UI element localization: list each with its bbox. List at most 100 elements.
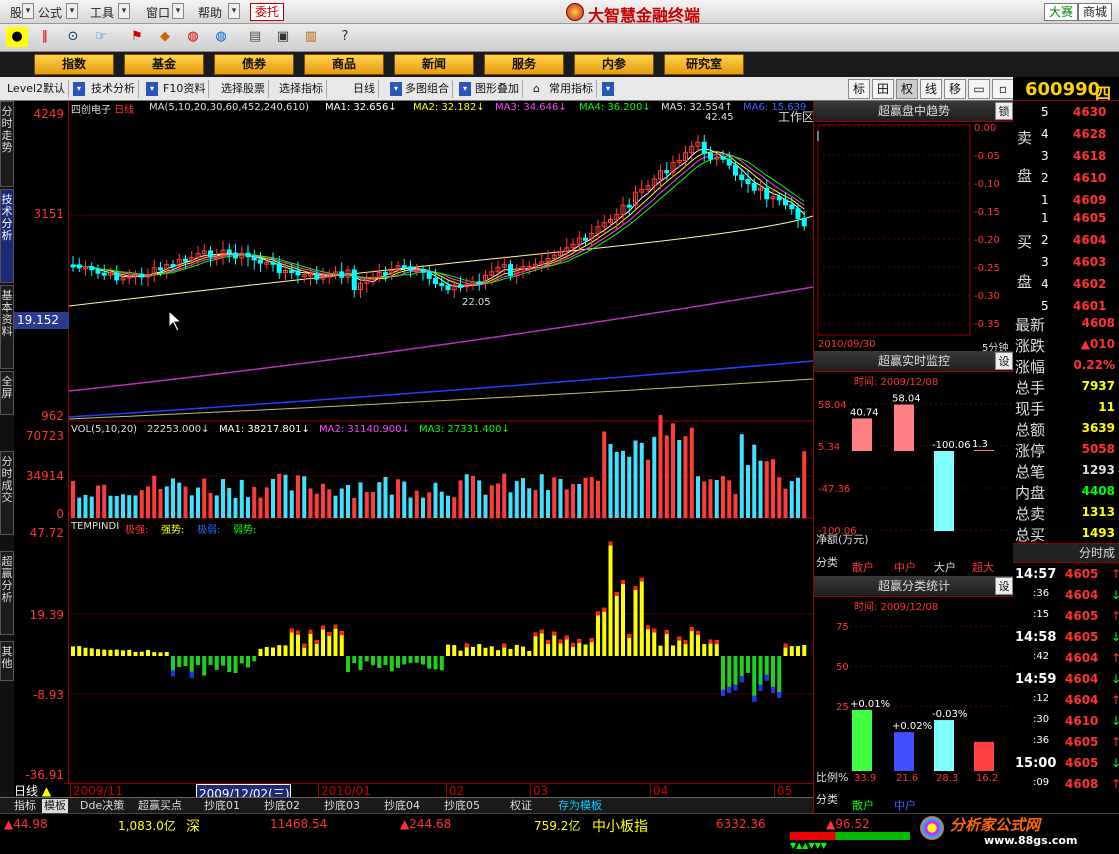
nav-index[interactable]: 指数 [34, 54, 114, 75]
blue-circle-icon[interactable]: ◍ [210, 27, 232, 47]
stats-bar [852, 709, 872, 771]
candle [789, 204, 795, 210]
side-tab-timeshare[interactable]: 分时走势 [0, 101, 14, 187]
indicator-bar-cap [696, 630, 700, 635]
books-icon[interactable]: ▥ [300, 27, 322, 47]
indicator-bar-cap [314, 639, 319, 644]
select-stock[interactable]: 选择股票 [218, 80, 269, 98]
btab-dde[interactable]: Dde决策 [80, 799, 124, 813]
side-tab-fullscreen[interactable]: 全屏 [0, 371, 14, 415]
candle [351, 269, 357, 291]
window-icon[interactable]: ▣ [272, 27, 294, 47]
tick-price: 4605 [1065, 735, 1099, 749]
menu-help[interactable]: 帮助 [198, 4, 222, 21]
tech-analysis[interactable]: 技术分析 [88, 80, 139, 98]
candle [76, 264, 82, 269]
candle [476, 281, 482, 285]
tab-line[interactable]: 线 [920, 79, 942, 99]
trend-tick: -0.10 [974, 179, 1000, 190]
select-indicator[interactable]: 选择指标 [276, 80, 327, 98]
menu-tools[interactable]: 工具 [90, 4, 114, 21]
tab-move[interactable]: 移 [944, 79, 966, 99]
side-tab-chaoying[interactable]: 超赢分析 [0, 551, 14, 635]
nav-research[interactable]: 研究室 [664, 54, 744, 75]
race-button[interactable]: 大赛 [1044, 3, 1079, 21]
dropdown-icon[interactable]: ▾ [73, 82, 85, 96]
monitor-bar-label: 58.04 [892, 394, 921, 405]
chart-overlay[interactable]: 图形叠加 [472, 80, 523, 98]
volume-bar [746, 465, 750, 518]
period-button[interactable]: 日线 ▲ [14, 782, 64, 798]
bottom-tabs: 指标 模板 Dde决策 超赢买点 抄底01 抄底02 抄底03 抄底04 抄底0… [0, 797, 813, 813]
candle [339, 271, 345, 278]
window-restore-icon[interactable]: ▭ [968, 79, 990, 99]
side-tab-other[interactable]: 其他 [0, 641, 14, 681]
indicator-bar-down [408, 656, 413, 663]
trade-button[interactable]: 委托 [250, 3, 285, 21]
menu-window[interactable]: 窗口 [146, 4, 170, 21]
binoculars-icon[interactable]: ⊙ [62, 27, 84, 47]
dropdown-icon[interactable]: ▾ [390, 82, 402, 96]
lock-icon[interactable]: ⌂ [530, 80, 544, 98]
red-circle-icon[interactable]: ◍ [182, 27, 204, 47]
multi-chart[interactable]: 多图组合 [402, 80, 453, 98]
function-bar: Level2默认 ▾ 技术分析 ▾ F10资料 选择股票 选择指标 日线 ▾ 多… [0, 77, 1119, 101]
tab-grid[interactable]: 田 [872, 79, 894, 99]
hand-icon[interactable]: ☞ [90, 27, 112, 47]
btab-bottom01[interactable]: 抄底01 [204, 799, 240, 813]
nav-commodity[interactable]: 商品 [304, 54, 384, 75]
diamond-icon[interactable]: ◆ [154, 27, 176, 47]
btab-save-template[interactable]: 存为模板 [558, 799, 602, 813]
indicator-bar-up [96, 649, 100, 656]
buy-price: 4604 [1073, 233, 1107, 247]
ma1-label: MA1: 32.656↓ [325, 102, 397, 113]
tab-mark[interactable]: 标 [848, 79, 870, 99]
nav-insider[interactable]: 内参 [574, 54, 654, 75]
btab-bottom05[interactable]: 抄底05 [444, 799, 480, 813]
common-indicators[interactable]: 常用指标 [546, 80, 597, 98]
help-cursor-icon[interactable]: ? [334, 27, 356, 47]
dropdown-icon[interactable]: ▾ [602, 82, 614, 96]
volume-bar [208, 492, 213, 518]
dropdown-icon[interactable]: ▾ [146, 82, 158, 96]
print-icon[interactable]: ▤ [244, 27, 266, 47]
buy-level: 1 [1041, 211, 1049, 225]
pens-icon[interactable]: ∥ [34, 27, 56, 47]
level2-default[interactable]: Level2默认 [4, 80, 70, 98]
ind-axis-mid: 19.39 [29, 608, 64, 622]
btab-template[interactable]: 模板 [42, 799, 68, 813]
indicator-bar-up [477, 644, 482, 656]
btab-indicator[interactable]: 指标 [14, 799, 36, 813]
candle [226, 249, 232, 254]
btab-warrant[interactable]: 权证 [510, 799, 532, 813]
period-daily[interactable]: 日线 [350, 80, 379, 98]
menu-formula[interactable]: 公式 [38, 4, 62, 21]
nav-bond[interactable]: 债券 [214, 54, 294, 75]
close-icon[interactable]: ▫ [992, 79, 1014, 99]
chart-area[interactable]: 四创电子 日线 MA(5,10,20,30,60,452,240,610) MA… [69, 101, 813, 783]
volume-bar [227, 488, 232, 518]
trend-tick: -0.20 [974, 235, 1000, 246]
nav-news[interactable]: 新闻 [394, 54, 474, 75]
tick-arrow-icon: ↑ [1111, 651, 1119, 665]
btab-bottom02[interactable]: 抄底02 [264, 799, 300, 813]
tab-rights[interactable]: 权 [896, 79, 918, 99]
connect-icon[interactable]: ● [6, 27, 28, 47]
candle [401, 265, 407, 269]
btab-bottom03[interactable]: 抄底03 [324, 799, 360, 813]
nav-fund[interactable]: 基金 [124, 54, 204, 75]
indicator-bar-up [146, 649, 150, 656]
menu-arrow-icon: ▾ [66, 3, 78, 19]
btab-bottom04[interactable]: 抄底04 [384, 799, 420, 813]
dropdown-icon[interactable]: ▾ [459, 82, 471, 96]
indicator-bar-up [671, 645, 675, 656]
btab-buy-point[interactable]: 超赢买点 [138, 799, 182, 813]
flag-icon[interactable]: ⚑ [126, 27, 148, 47]
side-tab-ticks[interactable]: 分时成交 [0, 451, 14, 535]
f10-info[interactable]: F10资料 [160, 80, 210, 98]
side-tab-fundamental[interactable]: 基本资料 [0, 285, 14, 369]
nav-service[interactable]: 服务 [484, 54, 564, 75]
mall-button[interactable]: 商城 [1078, 3, 1113, 21]
side-tab-technical[interactable]: 技术分析 [0, 189, 14, 283]
indicator-bar-down [196, 656, 200, 666]
